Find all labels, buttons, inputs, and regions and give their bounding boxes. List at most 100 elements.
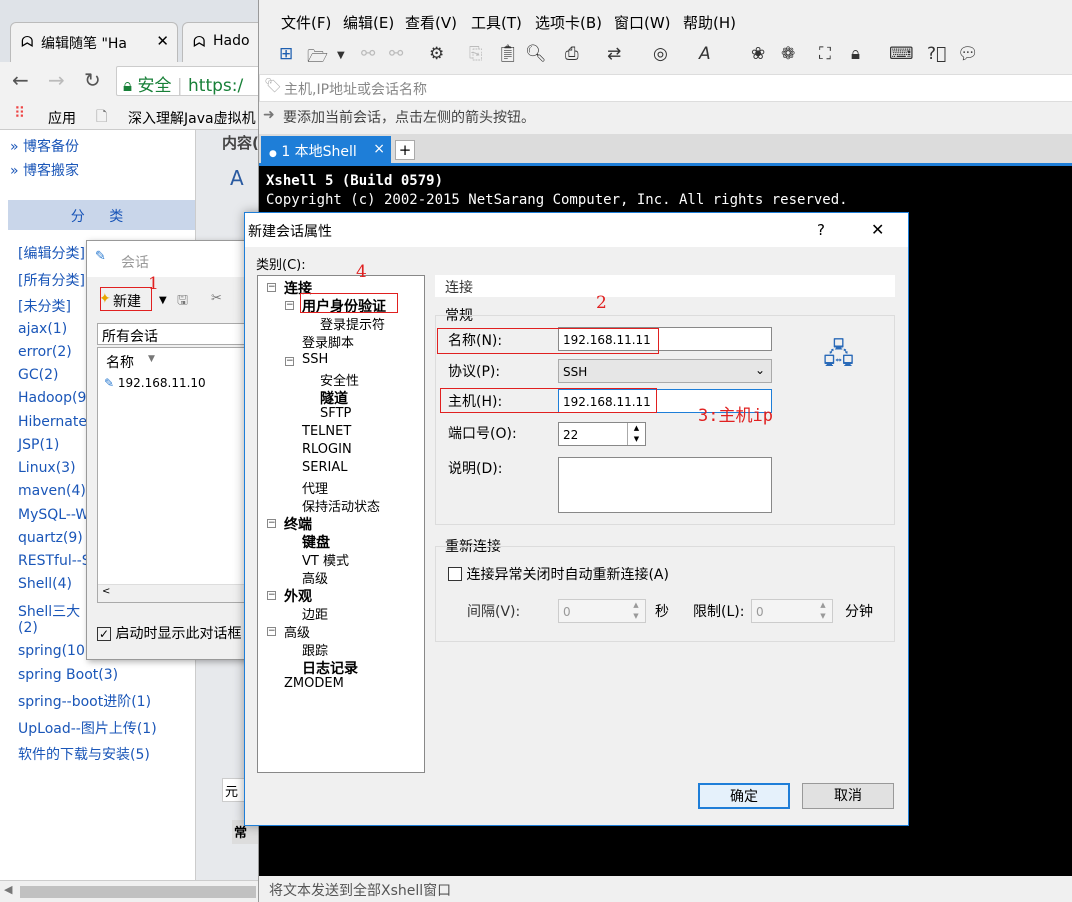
xmanager-icon[interactable]: ❁ — [781, 44, 795, 64]
keyboard-icon[interactable]: ⌨ — [889, 44, 914, 64]
paste-icon[interactable]: 📋︎ — [497, 44, 519, 64]
connect-icon[interactable]: ⚯ — [361, 44, 375, 64]
tab-close-icon[interactable]: × — [373, 141, 385, 157]
tree-node[interactable]: RLOGIN — [302, 442, 352, 457]
tree-collapse-icon[interactable]: − — [267, 591, 276, 600]
checkbox-unchecked-icon[interactable] — [448, 567, 462, 581]
print-icon[interactable]: ⎙ — [565, 44, 579, 64]
add-tab-button[interactable]: + — [395, 140, 415, 160]
help-button[interactable]: ? — [817, 221, 825, 239]
menu-tabs[interactable]: 选项卡(B) — [535, 12, 602, 33]
new-session-icon[interactable]: ⊞ — [279, 44, 293, 64]
auto-reconnect-checkbox[interactable]: 连接异常关闭时自动重新连接(A) — [448, 564, 669, 584]
forward-arrow-icon[interactable]: → — [48, 68, 65, 92]
horizontal-scrollbar[interactable]: < — [98, 584, 256, 602]
tree-node[interactable]: 跟踪 — [302, 640, 328, 659]
close-button[interactable]: ✕ — [871, 220, 884, 239]
category-tree[interactable]: − 连接 − 用户身份验证 登录提示符 登录脚本 − SSH 安全性 隧道 SFTP TELNET RL… — [257, 275, 425, 773]
bookmark-jvm[interactable]: 深入理解Java虚拟机 — [128, 108, 256, 128]
close-icon[interactable]: ✕ — [156, 32, 169, 50]
arrow-icon[interactable]: ➜ — [263, 107, 275, 123]
tree-node[interactable]: 高级 — [302, 568, 328, 587]
scroll-left-icon[interactable]: ◀ — [4, 883, 12, 896]
globe-icon[interactable]: ◎ — [653, 44, 668, 64]
ok-button[interactable]: 确定 — [698, 783, 790, 809]
tree-node[interactable]: SERIAL — [302, 460, 347, 475]
xftp-icon[interactable]: ❀ — [751, 44, 765, 64]
horizontal-scrollbar[interactable]: ◀ — [0, 880, 262, 902]
spin-up-icon[interactable]: ▲ — [627, 423, 645, 434]
tree-node[interactable]: SFTP — [320, 406, 351, 421]
tree-node[interactable]: 代理 — [302, 478, 328, 497]
session-item[interactable]: ✎ 192.168.11.10 — [104, 376, 206, 390]
tree-node[interactable]: 高级 — [284, 622, 310, 641]
copy-icon[interactable]: ⎘ — [469, 44, 483, 64]
tree-collapse-icon[interactable]: − — [267, 519, 276, 528]
tab-local-shell[interactable]: ● 1 本地Shell × — [261, 136, 391, 164]
menu-tools[interactable]: 工具(T) — [471, 12, 522, 33]
bookmark-icon[interactable]: 🏷︎ — [264, 78, 282, 94]
font-format-icon[interactable]: A — [230, 166, 244, 190]
column-header-name[interactable]: 名称 — [106, 352, 134, 372]
description-field[interactable] — [558, 457, 772, 513]
scroll-left-icon[interactable]: < — [102, 586, 110, 597]
tree-node[interactable]: 边距 — [302, 604, 328, 623]
spin-down-icon[interactable]: ▼ — [814, 611, 832, 622]
font-icon[interactable]: A — [699, 44, 711, 64]
save-icon[interactable]: 🖫 — [177, 291, 188, 313]
tree-collapse-icon[interactable]: − — [285, 357, 294, 366]
menu-view[interactable]: 查看(V) — [405, 12, 457, 33]
startup-checkbox[interactable]: ✓ 启动时显示此对话框 — [97, 623, 241, 643]
properties-icon[interactable]: ⚙ — [429, 44, 444, 64]
limit-field[interactable]: 0 ▲ ▼ — [751, 599, 833, 623]
spin-down-icon[interactable]: ▼ — [627, 611, 645, 622]
tree-node[interactable]: 外观 — [284, 586, 312, 606]
tree-node[interactable]: TELNET — [302, 424, 351, 439]
disconnect-icon[interactable]: ⚯ — [389, 44, 403, 64]
menu-window[interactable]: 窗口(W) — [614, 12, 671, 33]
chat-icon[interactable]: 💬︎ — [957, 44, 979, 64]
tree-collapse-icon[interactable]: − — [267, 283, 276, 292]
tree-node[interactable]: VT 模式 — [302, 550, 349, 569]
tree-collapse-icon[interactable]: − — [285, 301, 294, 310]
tree-node[interactable]: 隧道 — [320, 388, 348, 408]
menu-file[interactable]: 文件(F) — [281, 12, 331, 33]
spin-up-icon[interactable]: ▲ — [814, 600, 832, 611]
session-list[interactable]: 名称 ▼ ✎ 192.168.11.10 < — [97, 347, 257, 603]
lock-icon[interactable]: 🔒︎ — [851, 44, 860, 64]
open-folder-icon[interactable]: 🗁︎ — [307, 44, 328, 73]
spin-up-icon[interactable]: ▲ — [627, 600, 645, 611]
apps-grid-icon[interactable]: ⠿ — [14, 104, 25, 122]
tree-node[interactable]: 登录提示符 — [320, 314, 385, 333]
bookmark-apps[interactable]: 应用 — [48, 108, 76, 128]
chevron-down-icon[interactable]: ▼ — [337, 50, 345, 61]
back-arrow-icon[interactable]: ← — [12, 68, 29, 92]
interval-field[interactable]: 0 ▲ ▼ — [558, 599, 646, 623]
cancel-button[interactable]: 取消 — [802, 783, 894, 809]
scrollbar-thumb[interactable] — [20, 886, 256, 898]
protocol-select[interactable]: SSH ⌄ — [558, 359, 772, 383]
find-icon[interactable]: 🔍︎ — [525, 44, 547, 64]
checkbox-checked-icon[interactable]: ✓ — [97, 627, 111, 641]
reload-icon[interactable]: ↻ — [84, 68, 101, 92]
menu-help[interactable]: 帮助(H) — [683, 12, 736, 33]
chevron-down-icon[interactable]: ▼ — [159, 295, 167, 306]
session-folder-path[interactable]: 所有会话 — [97, 323, 257, 345]
tree-collapse-icon[interactable]: − — [267, 627, 276, 636]
url-bar[interactable]: 🔒︎ 安全 | https:/ — [116, 66, 262, 96]
tree-node[interactable]: 保持活动状态 — [302, 496, 380, 515]
help-icon[interactable]: ?⃝ — [927, 44, 946, 64]
tree-node[interactable]: 登录脚本 — [302, 332, 354, 351]
cut-icon[interactable]: ✂ — [211, 291, 222, 306]
browser-tab-1[interactable]: ᗣ 编辑随笔 "Ha ✕ — [10, 22, 178, 62]
transfer-icon[interactable]: ⇄ — [607, 44, 621, 64]
spin-down-icon[interactable]: ▼ — [627, 434, 645, 445]
address-bar[interactable]: 🏷︎ 主机,IP地址或会话名称 — [259, 74, 1072, 102]
port-field[interactable]: 22 ▲ ▼ — [558, 422, 646, 446]
tree-node[interactable]: 键盘 — [302, 532, 330, 552]
tree-node[interactable]: 终端 — [284, 514, 312, 534]
tree-node[interactable]: SSH — [302, 352, 328, 367]
tree-node[interactable]: 日志记录 — [302, 658, 358, 678]
tree-node[interactable]: 安全性 — [320, 370, 359, 389]
tree-node[interactable]: ZMODEM — [284, 676, 344, 691]
